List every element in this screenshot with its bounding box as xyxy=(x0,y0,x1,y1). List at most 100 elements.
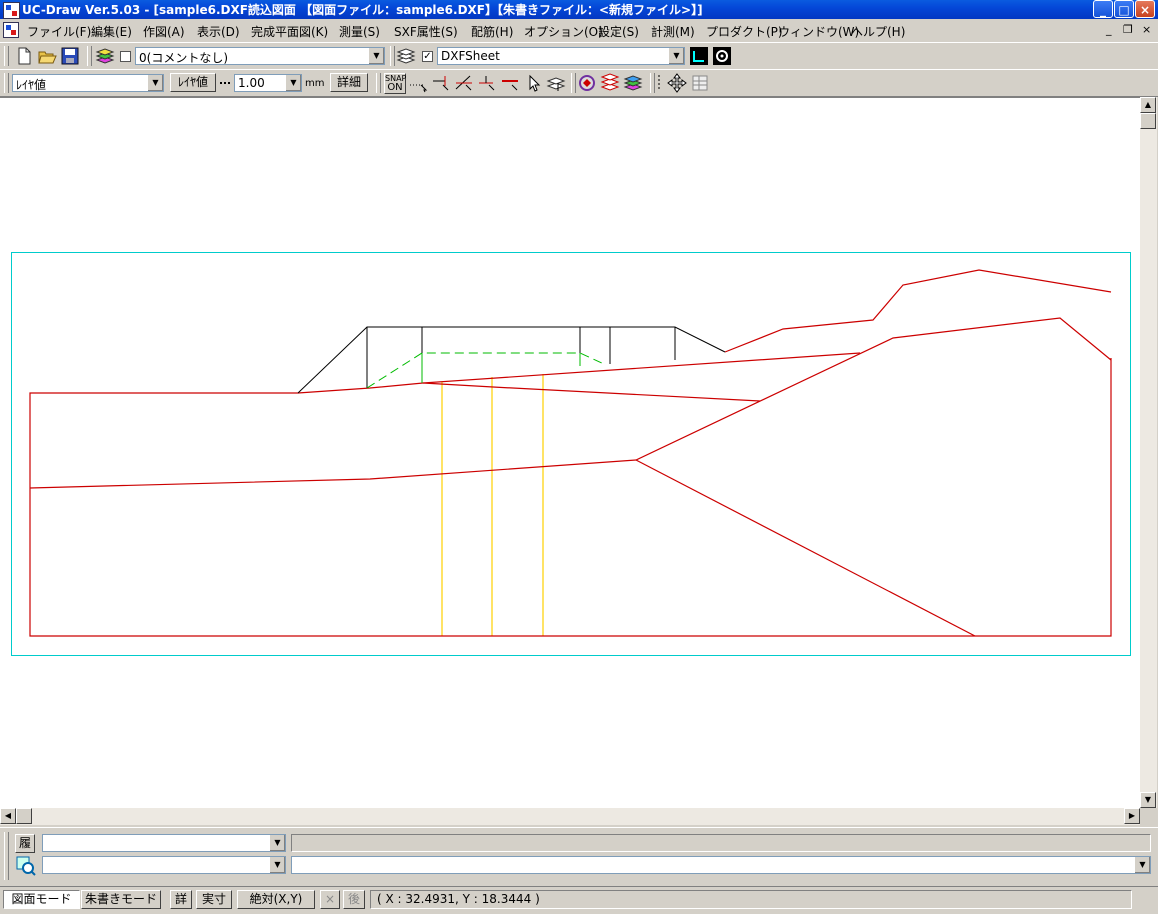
horizontal-scroll-thumb[interactable] xyxy=(16,808,32,824)
snap-point-icon[interactable] xyxy=(408,73,428,93)
sheet-frame-icon[interactable] xyxy=(690,47,708,65)
actual-size-button[interactable]: 実寸 xyxy=(196,890,232,909)
sheet-select-value: DXFSheet xyxy=(441,49,500,63)
chevron-down-icon[interactable]: ▼ xyxy=(668,48,684,64)
chevron-down-icon[interactable]: ▼ xyxy=(269,835,285,851)
new-file-icon[interactable] xyxy=(14,46,34,66)
menu-sxf-attributes[interactable]: SXF属性(S) xyxy=(394,23,458,40)
menu-file[interactable]: ファイル(F) xyxy=(27,23,91,40)
open-folder-icon[interactable] xyxy=(37,46,57,66)
comment-checkbox[interactable] xyxy=(120,51,131,62)
search-zoom-icon[interactable] xyxy=(15,855,37,877)
redline-mode-tab[interactable]: 朱書きモード xyxy=(81,890,161,909)
embankment-structure xyxy=(297,326,726,394)
minimize-button[interactable]: _ xyxy=(1093,0,1113,18)
chevron-down-icon[interactable]: ▼ xyxy=(368,48,384,64)
mdi-close-button[interactable]: × xyxy=(1142,23,1151,36)
menu-window[interactable]: ウィンドウ(W) xyxy=(778,23,859,40)
ground-line-upper xyxy=(297,352,861,394)
scroll-down-button[interactable]: ▼ xyxy=(1140,792,1156,808)
snap-perpendicular-icon[interactable] xyxy=(477,73,497,93)
layer-value-button[interactable]: ﾚｲﾔ値 xyxy=(170,73,216,92)
command-input[interactable]: ▼ xyxy=(291,856,1151,874)
scroll-up-button[interactable]: ▲ xyxy=(1140,97,1156,113)
menu-completion-plan[interactable]: 完成平面図(K) xyxy=(251,23,328,40)
vertical-scroll-thumb[interactable] xyxy=(1140,113,1156,129)
menu-settings[interactable]: 設定(S) xyxy=(598,23,639,40)
grid-table-icon[interactable] xyxy=(690,73,710,93)
layer-boundary-2 xyxy=(29,317,1112,489)
mdi-restore-button[interactable]: ❐ xyxy=(1123,23,1133,36)
menu-draw[interactable]: 作図(A) xyxy=(143,23,185,40)
status-bar: 図面モード 朱書きモード 詳 実寸 絶対(X,Y) × 後 ( X : 32.4… xyxy=(0,886,1158,914)
detail-button[interactable]: 詳細 xyxy=(330,73,368,92)
pile-lines xyxy=(441,374,544,636)
select-arrow-icon[interactable] xyxy=(524,73,544,93)
scroll-left-button[interactable]: ◀ xyxy=(0,808,16,824)
menu-view[interactable]: 表示(D) xyxy=(197,23,240,40)
snap-nearest-icon[interactable] xyxy=(500,73,520,93)
separator-dashed-icon xyxy=(656,73,662,93)
chevron-down-icon[interactable]: ▼ xyxy=(285,75,301,91)
snap-toggle-button[interactable]: SNAP ON xyxy=(384,73,406,94)
detail-status-button[interactable]: 詳 xyxy=(170,890,192,909)
layer-filter-icon[interactable] xyxy=(577,73,597,93)
target-icon[interactable] xyxy=(713,47,731,65)
dashed-boundary xyxy=(366,352,605,389)
line-style-icon[interactable] xyxy=(218,74,232,92)
scroll-right-button[interactable]: ▶ xyxy=(1124,808,1140,824)
message-panel xyxy=(291,834,1151,852)
menu-edit[interactable]: 編集(E) xyxy=(91,23,132,40)
cancel-icon[interactable]: × xyxy=(320,890,340,909)
snap-intersection-icon[interactable] xyxy=(454,73,474,93)
toolbar-row-2: ﾚｲﾔ値 ▼ ﾚｲﾔ値 1.00 ▼ mm 詳細 SNAP ON xyxy=(0,69,1158,97)
snap-endpoint-icon[interactable] xyxy=(431,73,451,93)
layer-boundary-3 xyxy=(635,459,976,637)
layer-stack-icon[interactable] xyxy=(95,46,115,66)
document-icon[interactable] xyxy=(3,22,19,38)
absolute-coords-button[interactable]: 絶対(X,Y) xyxy=(237,890,315,909)
sheet-select[interactable]: DXFSheet ▼ xyxy=(437,47,685,65)
coordinate-readout: ( X : 32.4931, Y : 18.3444 ) xyxy=(370,890,1132,909)
comment-select[interactable]: 0(コメントなし) ▼ xyxy=(135,47,385,65)
scroll-corner xyxy=(1140,808,1157,825)
toolbar-row-1: 0(コメントなし) ▼ ✓ DXFSheet ▼ xyxy=(0,42,1158,70)
line-width-select[interactable]: 1.00 ▼ xyxy=(234,74,302,92)
history-button[interactable]: 履 xyxy=(15,834,35,853)
drawing-svg xyxy=(11,252,1131,656)
horizontal-scrollbar[interactable]: ◀ ▶ xyxy=(0,808,1140,825)
profile-outline xyxy=(29,358,1112,637)
select-layer-icon[interactable] xyxy=(546,73,566,93)
menu-options[interactable]: オプション(O) xyxy=(524,23,603,40)
save-icon[interactable] xyxy=(60,46,80,66)
chevron-down-icon[interactable]: ▼ xyxy=(269,857,285,873)
chevron-down-icon[interactable]: ▼ xyxy=(1134,857,1150,873)
menu-rebar[interactable]: 配筋(H) xyxy=(471,23,513,40)
drawing-canvas[interactable] xyxy=(0,97,1140,809)
pan-move-icon[interactable] xyxy=(667,73,687,93)
close-button[interactable]: × xyxy=(1135,0,1155,18)
drawing-mode-tab[interactable]: 図面モード xyxy=(3,890,80,909)
menu-survey[interactable]: 測量(S) xyxy=(339,23,380,40)
back-button[interactable]: 後 xyxy=(343,890,365,909)
chevron-down-icon[interactable]: ▼ xyxy=(147,75,163,91)
sheet-icon[interactable] xyxy=(396,46,416,66)
layer-edit-icon[interactable] xyxy=(600,73,620,93)
maximize-button[interactable]: □ xyxy=(1114,0,1134,18)
comment-select-value: 0(コメントなし) xyxy=(139,51,228,65)
layer-boundary-1 xyxy=(422,382,761,402)
layer-value-select[interactable]: ﾚｲﾔ値 ▼ xyxy=(12,74,164,92)
app-icon[interactable] xyxy=(3,2,20,19)
vertical-scrollbar[interactable]: ▲ ▼ xyxy=(1140,97,1157,808)
title-bar: UC-Draw Ver.5.03 - [sample6.DXF読込図面 【図面フ… xyxy=(0,0,1158,19)
command-area: 履 ▼ ▼ ▼ xyxy=(0,827,1158,886)
menu-help[interactable]: ヘルプ(H) xyxy=(851,23,905,40)
history-select[interactable]: ▼ xyxy=(42,834,286,852)
menu-measure[interactable]: 計測(M) xyxy=(651,23,695,40)
menu-product[interactable]: プロダクト(P) xyxy=(706,23,783,40)
snap-state: ON xyxy=(387,82,403,93)
layer-color-icon[interactable] xyxy=(623,73,643,93)
mdi-minimize-button[interactable]: _ xyxy=(1106,23,1112,36)
sheet-checkbox[interactable]: ✓ xyxy=(422,51,433,62)
command-select[interactable]: ▼ xyxy=(42,856,286,874)
